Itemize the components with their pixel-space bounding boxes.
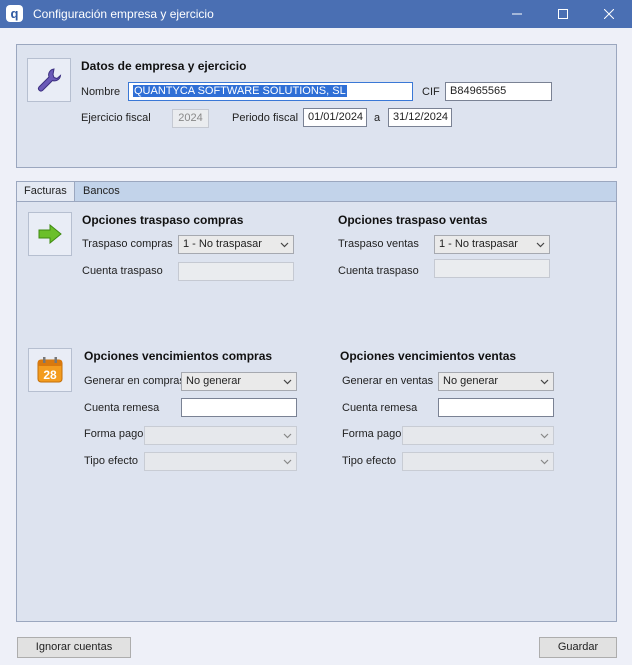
window-title: Configuración empresa y ejercicio [33, 7, 214, 21]
fiscal-year-label: Ejercicio fiscal [81, 112, 151, 124]
chevron-down-icon [280, 242, 289, 248]
company-panel: Datos de empresa y ejercicio Nombre QUAN… [16, 44, 617, 168]
due-purchases-payment-label: Forma pago [84, 428, 144, 440]
company-heading: Datos de empresa y ejercicio [81, 59, 247, 73]
transfer-purchases-select[interactable]: 1 - No traspasar [178, 235, 294, 254]
transfer-purchases-label: Traspaso compras [82, 238, 173, 250]
chevron-down-icon [536, 242, 545, 248]
tab-bancos[interactable]: Bancos [76, 182, 127, 202]
name-label: Nombre [81, 86, 121, 98]
transfer-sales-select[interactable]: 1 - No traspasar [434, 235, 550, 254]
due-purchases-payment-select [144, 426, 297, 445]
due-sales-generate-label: Generar en ventas [342, 375, 434, 387]
transfer-sales-heading: Opciones traspaso ventas [338, 213, 488, 227]
transfer-purchases-heading: Opciones traspaso compras [82, 213, 244, 227]
due-purchases-generate-label: Generar en compras [84, 375, 185, 387]
transfer-sales-account-label: Cuenta traspaso [338, 265, 419, 277]
period-separator: a [374, 112, 381, 124]
cif-label: CIF [422, 86, 440, 98]
close-icon [604, 9, 614, 19]
due-purchases-effect-select [144, 452, 297, 471]
period-from-input[interactable]: 01/01/2024 [303, 108, 367, 127]
due-sales-remittance-label: Cuenta remesa [342, 402, 418, 414]
due-sales-payment-label: Forma pago [342, 428, 402, 440]
due-sales-heading: Opciones vencimientos ventas [340, 349, 517, 363]
minimize-icon [512, 13, 522, 15]
due-sales-remittance-input[interactable] [438, 398, 554, 417]
due-sales-payment-select [402, 426, 554, 445]
due-purchases-remittance-label: Cuenta remesa [84, 402, 160, 414]
calendar-icon: 28 [37, 357, 63, 383]
due-dates-icon-box: 28 [28, 348, 72, 392]
transfer-purchases-account-input [178, 262, 294, 281]
due-purchases-generate-select[interactable]: No generar [181, 372, 297, 391]
chevron-down-icon [540, 433, 549, 439]
facturas-tab-panel: Opciones traspaso compras Traspaso compr… [16, 201, 617, 622]
chevron-down-icon [540, 379, 549, 385]
chevron-down-icon [283, 459, 292, 465]
transfer-sales-account-input [434, 259, 550, 278]
tab-facturas[interactable]: Facturas [17, 182, 75, 202]
calendar-day: 28 [43, 368, 57, 382]
settings-icon-box [27, 58, 71, 102]
save-button[interactable]: Guardar [539, 637, 617, 658]
maximize-button[interactable] [540, 0, 586, 28]
due-purchases-remittance-input[interactable] [181, 398, 297, 417]
minimize-button[interactable] [494, 0, 540, 28]
chevron-down-icon [283, 433, 292, 439]
due-sales-effect-label: Tipo efecto [342, 455, 397, 467]
cif-input[interactable]: B84965565 [445, 82, 552, 101]
chevron-down-icon [283, 379, 292, 385]
chevron-down-icon [540, 459, 549, 465]
ignore-accounts-button[interactable]: Ignorar cuentas [17, 637, 131, 658]
transfer-purchases-account-label: Cuenta traspaso [82, 265, 163, 277]
close-button[interactable] [586, 0, 632, 28]
title-bar: q Configuración empresa y ejercicio [0, 0, 632, 28]
transfer-sales-label: Traspaso ventas [338, 238, 419, 250]
due-sales-generate-select[interactable]: No generar [438, 372, 554, 391]
fiscal-year-input: 2024 [172, 109, 209, 128]
arrow-right-icon [38, 224, 62, 244]
due-purchases-effect-label: Tipo efecto [84, 455, 139, 467]
period-label: Periodo fiscal [232, 112, 299, 124]
wrench-icon [38, 68, 62, 92]
due-purchases-heading: Opciones vencimientos compras [84, 349, 273, 363]
maximize-icon [558, 9, 568, 19]
company-name-input[interactable]: QUANTYCA SOFTWARE SOLUTIONS, SL [128, 82, 413, 101]
transfer-icon-box [28, 212, 72, 256]
app-logo-icon: q [6, 5, 23, 22]
tab-strip: Facturas Bancos [16, 181, 617, 202]
due-sales-effect-select [402, 452, 554, 471]
period-to-input[interactable]: 31/12/2024 [388, 108, 452, 127]
